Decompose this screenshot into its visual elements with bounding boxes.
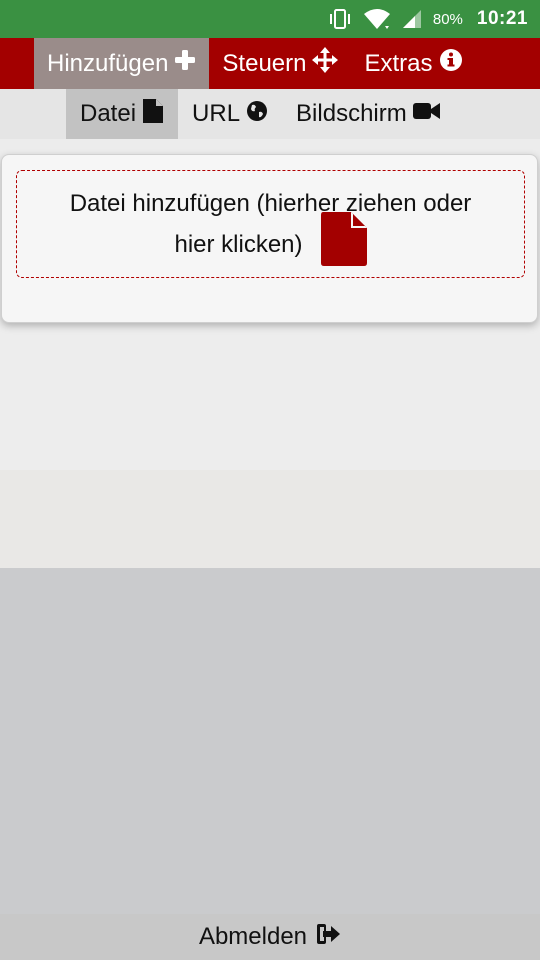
background-wall-upper [0, 320, 540, 470]
clock: 10:21 [476, 8, 528, 29]
info-circle-icon [433, 48, 463, 79]
upload-panel: Datei hinzufügen (hierher ziehen oder hi… [1, 154, 538, 323]
subtab-label: Bildschirm [296, 100, 407, 127]
subtab-label: Datei [80, 100, 137, 127]
nav-tab-label: Extras [364, 49, 433, 77]
nav-tab-hinzufuegen[interactable]: Hinzufügen [34, 38, 210, 89]
dropzone-text-line1: Datei hinzufügen (hierher ziehen oder [69, 190, 472, 217]
sign-out-icon [307, 923, 341, 951]
plus-icon [168, 49, 196, 78]
vibrate-icon [327, 8, 353, 30]
dropzone-text-line2: hier klicken) [174, 231, 303, 258]
nav-tab-label: Hinzufügen [47, 49, 169, 77]
file-icon [136, 98, 164, 131]
status-bar: 80% 10:21 [0, 0, 540, 38]
nav-tab-extras[interactable]: Extras [351, 38, 475, 89]
move-arrows-icon [306, 47, 339, 80]
subtab-url[interactable]: URL [178, 89, 282, 139]
background-wall-lower [0, 568, 540, 914]
subtab-datei[interactable]: Datei [66, 89, 179, 139]
file-icon [320, 212, 367, 279]
wifi-icon [363, 8, 391, 30]
signal-icon [401, 8, 423, 30]
subtab-label: URL [192, 100, 241, 127]
logout-button[interactable]: Abmelden [0, 914, 540, 960]
main-nav: Hinzufügen Steuern Extras [0, 38, 540, 89]
subtab-bildschirm[interactable]: Bildschirm [282, 89, 455, 139]
sub-nav: Datei URL Bildschirm [0, 89, 540, 139]
battery-level: 80% [432, 10, 463, 28]
nav-tab-steuern[interactable]: Steuern [209, 38, 351, 89]
video-camera-icon [407, 100, 441, 128]
globe-icon [240, 100, 268, 129]
nav-tab-label: Steuern [222, 49, 307, 77]
file-dropzone[interactable]: Datei hinzufügen (hierher ziehen oder hi… [16, 170, 525, 278]
logout-label: Abmelden [198, 923, 308, 950]
background-wall-middle [0, 470, 540, 568]
